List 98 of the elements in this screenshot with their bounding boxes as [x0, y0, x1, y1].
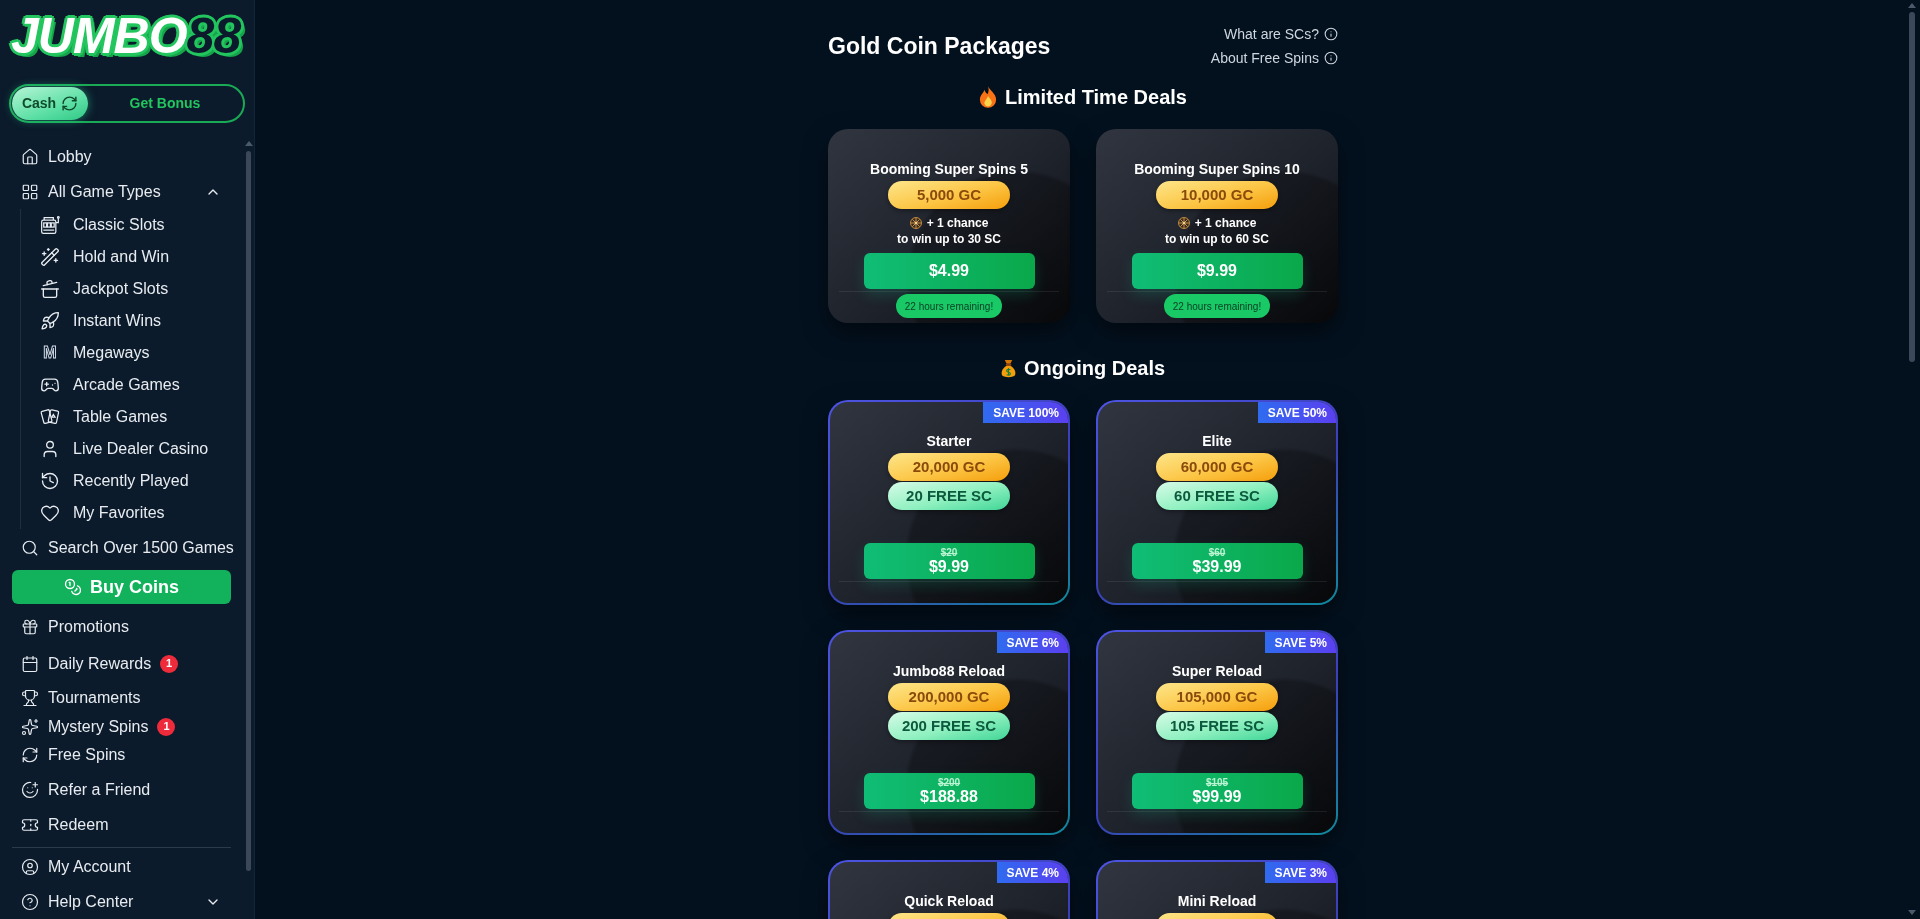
- sidebar-item[interactable]: Help Center: [21, 885, 244, 919]
- magic-wand-icon: [40, 247, 60, 267]
- letter-m-icon: M: [40, 343, 60, 363]
- heart-icon: [40, 503, 60, 523]
- scroll-down-icon[interactable]: [1908, 910, 1916, 915]
- scrollbar-thumb[interactable]: [1909, 12, 1915, 362]
- sidebar-item[interactable]: Daily Rewards 1: [21, 645, 244, 683]
- slot-machine-icon: [40, 215, 60, 235]
- search-icon: [21, 539, 39, 557]
- package-title: Starter: [926, 432, 972, 450]
- grid-icon: [21, 183, 39, 201]
- balance-tab[interactable]: Get Bonus: [88, 87, 242, 120]
- help-link[interactable]: About Free Spins: [1210, 48, 1338, 68]
- coin-amount-pill: 20,000 GC: [888, 453, 1010, 481]
- sweeps-amount-pill: 20 FREE SC: [888, 482, 1010, 510]
- logo[interactable]: JUMBO88: [6, 8, 253, 64]
- sidebar-item[interactable]: Hold and Win: [40, 241, 244, 273]
- sidebar-item[interactable]: Mystery Spins 1: [21, 714, 244, 740]
- refresh-icon: [21, 745, 39, 764]
- help-icon: [21, 893, 39, 911]
- bonus-text: to win up to 30 SC: [897, 231, 1001, 247]
- timer-pill: 22 hours remaining!: [896, 294, 1002, 318]
- coin-amount-pill: 5,000 GC: [888, 181, 1010, 209]
- original-price: $105: [1205, 777, 1229, 788]
- sidebar-item[interactable]: Redeem: [21, 809, 244, 842]
- original-price: $200: [937, 777, 961, 788]
- sidebar-item[interactable]: My Account: [21, 849, 244, 885]
- smiley-plus-icon: [21, 780, 39, 799]
- refresh-icon: [61, 95, 79, 112]
- history-icon: [40, 471, 60, 491]
- sidebar-item[interactable]: Recently Played: [40, 465, 244, 497]
- sidebar-item[interactable]: Live Dealer Casino: [40, 433, 244, 465]
- bonus-text: + 1 chance: [926, 215, 989, 231]
- coins-icon: [64, 578, 82, 597]
- timer-pill: 22 hours remaining!: [1164, 294, 1270, 318]
- sidebar-item[interactable]: Tournaments: [21, 682, 244, 715]
- discount-badge: SAVE 4%: [996, 862, 1068, 883]
- sweeps-amount-pill: 60 FREE SC: [1156, 482, 1278, 510]
- sidebar-item[interactable]: Instant Wins: [40, 305, 244, 337]
- prize-wheel-icon: [909, 217, 922, 229]
- calendar-icon: [21, 654, 39, 673]
- package-title: Super Reload: [1171, 662, 1263, 680]
- sidebar-item[interactable]: Jackpot Slots: [40, 273, 244, 305]
- page-title: Gold Coin Packages: [828, 32, 1051, 61]
- sidebar-item[interactable]: M Megaways: [40, 337, 244, 369]
- sidebar-item[interactable]: Lobby: [21, 139, 244, 175]
- discount-badge: SAVE 5%: [1264, 632, 1336, 653]
- scroll-up-icon[interactable]: [244, 141, 253, 146]
- sidebar-item[interactable]: Promotions: [21, 609, 244, 646]
- playing-cards-icon: [40, 407, 60, 427]
- discount-badge: SAVE 6%: [996, 632, 1068, 653]
- original-price: $60: [1208, 547, 1226, 558]
- package-title: Booming Super Spins 5: [870, 160, 1028, 178]
- fire-icon: [979, 86, 998, 108]
- help-link[interactable]: What are SCs?: [1224, 24, 1338, 44]
- section-heading: Limited Time Deals: [1005, 85, 1187, 110]
- package-title: Mini Reload: [1177, 892, 1257, 910]
- rocket-icon: [40, 311, 60, 331]
- discount-badge: SAVE 50%: [1257, 402, 1336, 423]
- coin-amount-pill: 200,000 GC: [888, 683, 1010, 711]
- original-price: $20: [940, 547, 958, 558]
- sidebar-item[interactable]: Arcade Games: [40, 369, 244, 401]
- count-badge: 1: [157, 717, 176, 736]
- bonus-text: + 1 chance: [1194, 215, 1257, 231]
- discount-badge: SAVE 3%: [1264, 862, 1336, 883]
- home-icon: [21, 148, 39, 166]
- count-badge: 1: [160, 654, 179, 673]
- prize-wheel-icon: [1177, 217, 1190, 229]
- gift-icon: [21, 618, 39, 637]
- discount-badge: SAVE 100%: [983, 402, 1068, 423]
- balance-tab[interactable]: Cash: [12, 87, 88, 120]
- sparkles-icon: [21, 717, 39, 736]
- sweeps-amount-pill: 200 FREE SC: [888, 712, 1010, 740]
- sidebar-item[interactable]: Refer a Friend: [21, 770, 244, 810]
- sweeps-amount-pill: 105 FREE SC: [1156, 712, 1278, 740]
- coin-amount-pill: 105,000 GC: [1156, 683, 1278, 711]
- scroll-up-icon[interactable]: [1908, 3, 1916, 8]
- coin-amount-pill: 60,000 GC: [1156, 453, 1278, 481]
- trophy-icon: [21, 689, 39, 708]
- pot-icon: [40, 279, 60, 299]
- bonus-text: to win up to 60 SC: [1165, 231, 1269, 247]
- info-icon: [1324, 27, 1338, 41]
- sidebar-item[interactable]: Classic Slots: [40, 209, 244, 241]
- sidebar-item[interactable]: Free Spins: [21, 739, 244, 771]
- scrollbar-thumb[interactable]: [246, 151, 251, 871]
- sidebar-item[interactable]: All Game Types: [21, 175, 244, 209]
- sidebar-item[interactable]: My Favorites: [40, 497, 244, 529]
- package-title: Booming Super Spins 10: [1134, 160, 1300, 178]
- section-heading: Ongoing Deals: [1023, 356, 1166, 381]
- sidebar-item[interactable]: Table Games: [40, 401, 244, 433]
- sidebar-item[interactable]: Search Over 1500 Games: [21, 529, 244, 567]
- package-title: Quick Reload: [904, 892, 994, 910]
- package-title: Jumbo88 Reload: [893, 662, 1005, 680]
- user-circle-icon: [21, 858, 39, 876]
- coin-amount-pill: 10,000 GC: [1156, 181, 1278, 209]
- package-title: Elite: [1202, 432, 1232, 450]
- money-bag-icon: [1000, 357, 1016, 379]
- info-icon: [1324, 51, 1338, 65]
